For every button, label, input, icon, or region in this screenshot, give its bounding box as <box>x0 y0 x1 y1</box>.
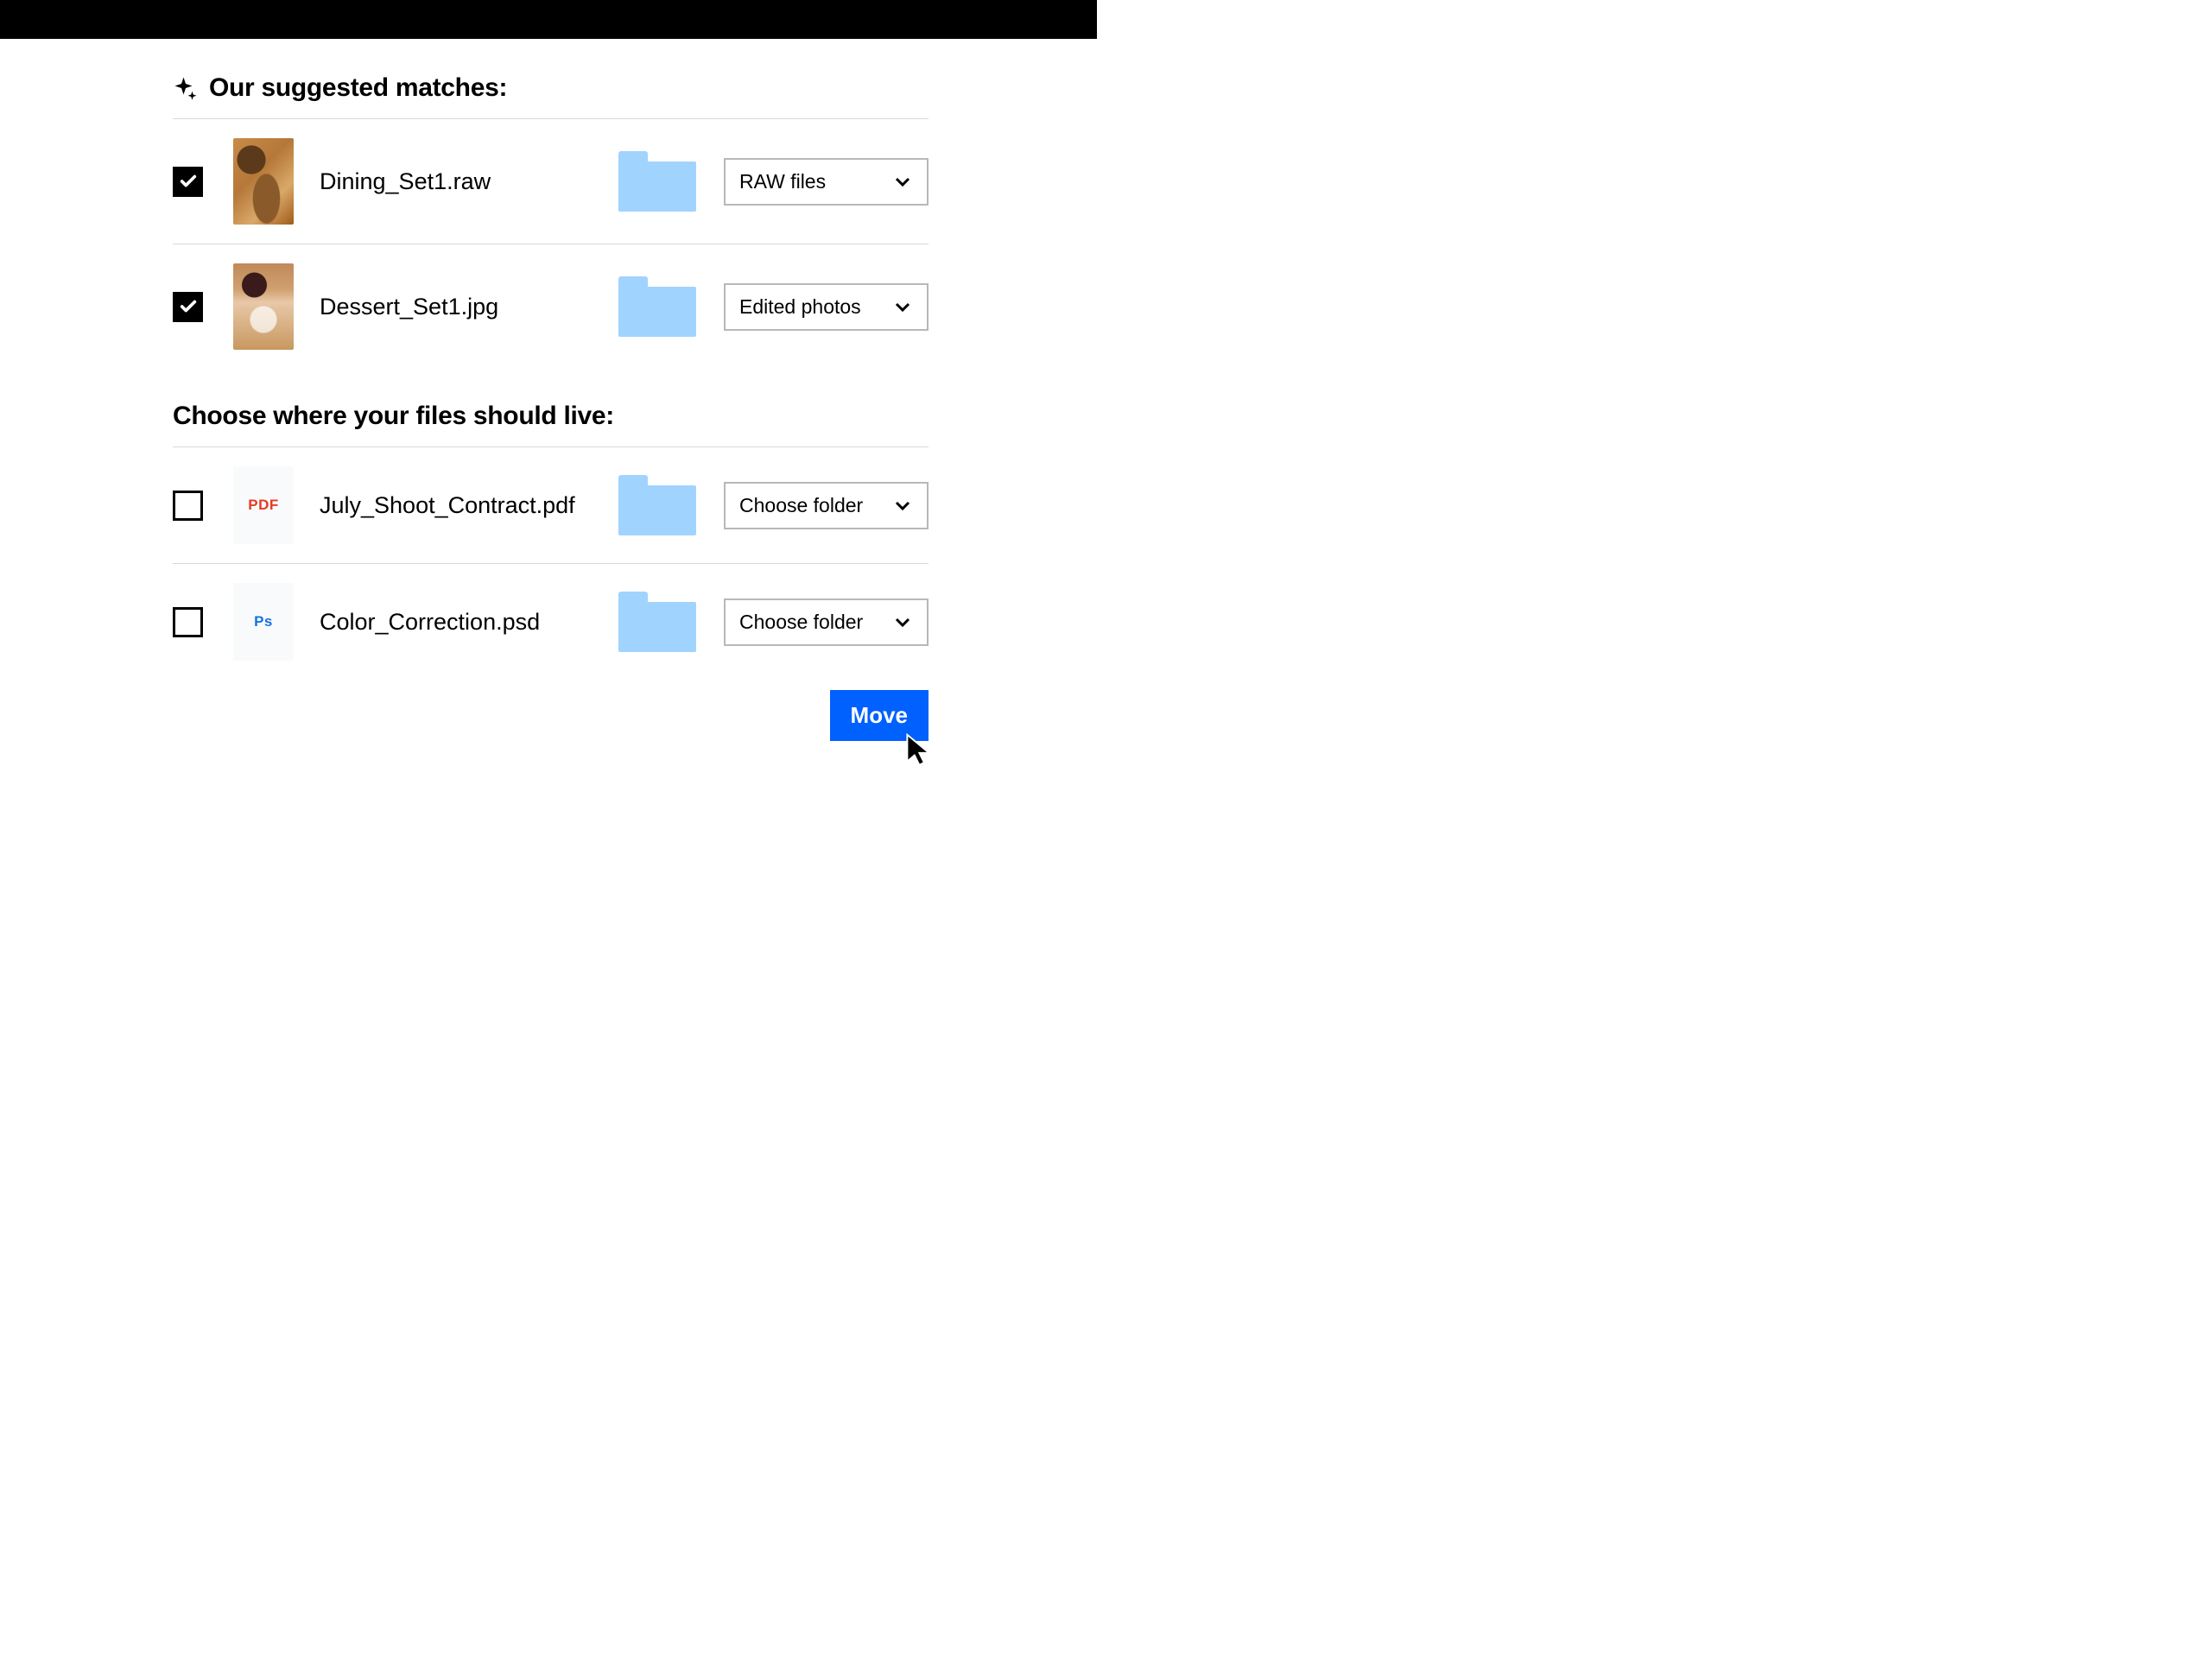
choose-title: Choose where your files should live: <box>173 402 614 431</box>
suggested-header: Our suggested matches: <box>173 73 929 118</box>
top-bar <box>0 0 1097 39</box>
folder-select-label: Edited photos <box>739 295 861 319</box>
chevron-down-icon <box>892 611 913 632</box>
folder-select-psd[interactable]: Choose folder <box>724 598 929 646</box>
folder-select-raw[interactable]: RAW files <box>724 158 929 206</box>
psd-icon: Ps <box>233 583 294 661</box>
chevron-down-icon <box>892 171 913 192</box>
folder-select-edited[interactable]: Edited photos <box>724 283 929 331</box>
checkbox-psd[interactable] <box>173 607 203 637</box>
filename: Dessert_Set1.jpg <box>320 294 618 320</box>
file-row: PDF July_Shoot_Contract.pdf Choose folde… <box>173 447 929 563</box>
cursor-icon <box>903 732 933 769</box>
folder-icon <box>618 592 696 652</box>
pdf-label: PDF <box>248 497 279 514</box>
move-button[interactable]: Move <box>830 690 929 741</box>
folder-icon <box>618 276 696 337</box>
folder-select-contract[interactable]: Choose folder <box>724 482 929 529</box>
thumbnail-dessert <box>233 263 294 350</box>
checkbox-contract[interactable] <box>173 491 203 521</box>
folder-select-label: Choose folder <box>739 611 863 634</box>
filename: Color_Correction.psd <box>320 609 618 636</box>
thumbnail-dining <box>233 138 294 225</box>
choose-section: Choose where your files should live: PDF… <box>173 402 929 741</box>
sparkle-icon <box>173 75 199 101</box>
folder-icon <box>618 151 696 212</box>
main-panel: Our suggested matches: Dining_Set1.raw R… <box>0 39 1097 741</box>
folder-select-label: RAW files <box>739 170 826 193</box>
filename: Dining_Set1.raw <box>320 168 618 195</box>
folder-select-label: Choose folder <box>739 494 863 517</box>
checkbox-dessert[interactable] <box>173 292 203 322</box>
pdf-icon: PDF <box>233 466 294 544</box>
file-row: Dining_Set1.raw RAW files <box>173 119 929 244</box>
file-row: Dessert_Set1.jpg Edited photos <box>173 244 929 369</box>
folder-icon <box>618 475 696 535</box>
suggested-title: Our suggested matches: <box>209 73 507 103</box>
choose-header: Choose where your files should live: <box>173 402 929 446</box>
checkbox-dining[interactable] <box>173 167 203 197</box>
footer: Move <box>173 690 929 741</box>
chevron-down-icon <box>892 296 913 317</box>
move-button-label: Move <box>851 702 908 728</box>
ps-label: Ps <box>254 613 273 630</box>
file-row: Ps Color_Correction.psd Choose folder <box>173 564 929 680</box>
chevron-down-icon <box>892 495 913 516</box>
filename: July_Shoot_Contract.pdf <box>320 492 618 519</box>
